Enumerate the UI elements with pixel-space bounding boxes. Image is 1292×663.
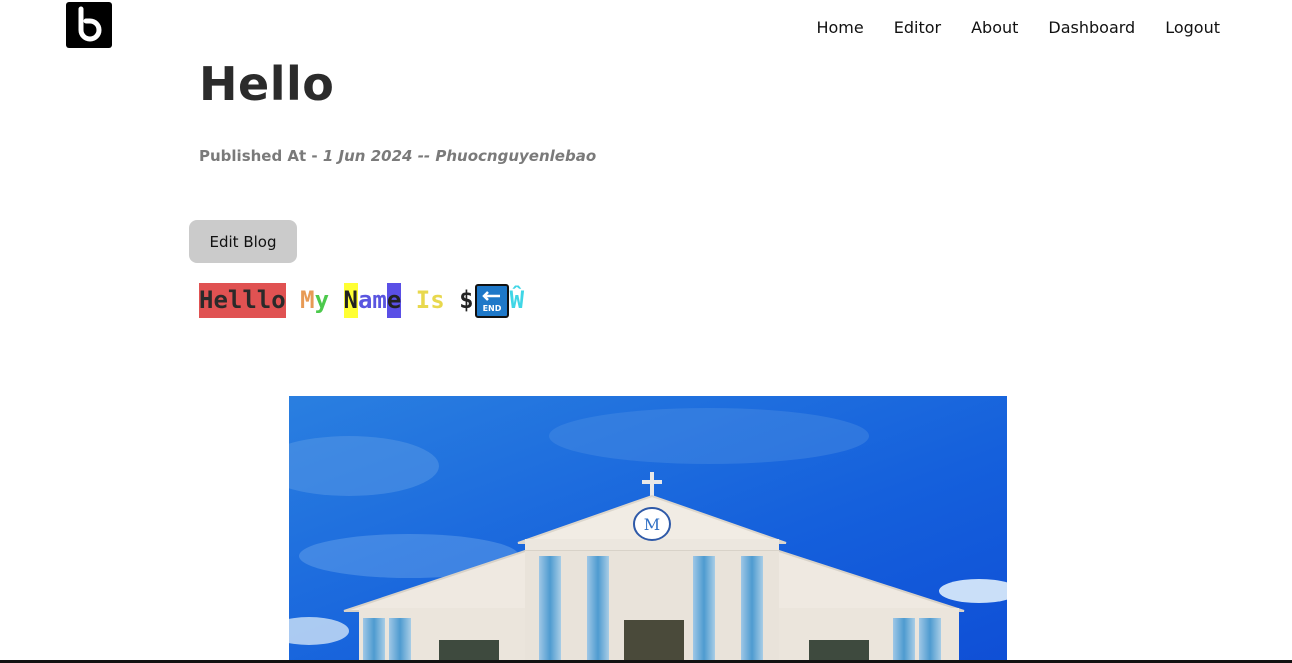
content-w-circumflex: Ŵ bbox=[509, 286, 525, 314]
main-nav: Home Editor About Dashboard Logout bbox=[816, 18, 1220, 38]
post-content: Helllo My Nam e Is $ END Ŵ bbox=[199, 283, 524, 318]
post-author[interactable]: Phuocnguyenlebao bbox=[435, 147, 596, 165]
content-word-n: N bbox=[343, 283, 358, 318]
nav-home[interactable]: Home bbox=[816, 18, 863, 38]
content-word-e: e bbox=[386, 283, 402, 318]
end-key-icon: END bbox=[474, 283, 509, 318]
edit-blog-button[interactable]: Edit Blog bbox=[189, 220, 297, 263]
nav-editor[interactable]: Editor bbox=[894, 18, 941, 38]
meta-separator: -- bbox=[412, 147, 436, 165]
nav-logout[interactable]: Logout bbox=[1165, 18, 1220, 38]
post-meta: Published At - 1 Jun 2024 -- Phuocnguyen… bbox=[199, 147, 596, 165]
published-prefix: Published At - bbox=[199, 147, 323, 165]
content-word-hello: Helllo bbox=[199, 283, 286, 318]
published-date: 1 Jun 2024 bbox=[322, 147, 413, 165]
content-word-m: M bbox=[300, 286, 315, 314]
post-image: M bbox=[289, 396, 1007, 663]
end-label: END bbox=[482, 304, 501, 313]
content-word-y: y bbox=[314, 286, 330, 314]
nav-dashboard[interactable]: Dashboard bbox=[1048, 18, 1135, 38]
content-word-am: am bbox=[357, 286, 387, 314]
logo[interactable] bbox=[66, 2, 112, 48]
b-logo-icon bbox=[78, 6, 102, 42]
svg-text:M: M bbox=[644, 515, 660, 534]
post-title: Hello bbox=[199, 57, 335, 111]
content-dollar: $ bbox=[459, 286, 474, 314]
church-facade-photo: M bbox=[289, 396, 1007, 663]
content-word-is: Is bbox=[415, 286, 445, 314]
nav-about[interactable]: About bbox=[971, 18, 1018, 38]
